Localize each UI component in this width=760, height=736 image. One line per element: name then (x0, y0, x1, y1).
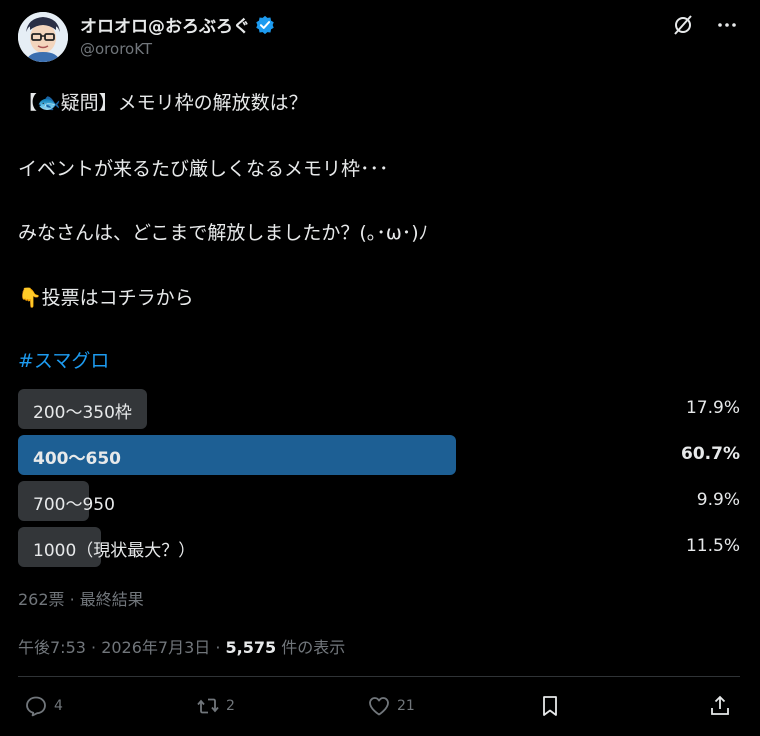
bookmark-icon (543, 696, 557, 716)
poll-option: 400〜650 60.7% (18, 435, 740, 475)
verified-badge-icon (256, 15, 274, 34)
views-count: 5,575 (225, 638, 277, 657)
like-count: 21 (397, 698, 415, 714)
handle[interactable]: @ororoKT (80, 40, 152, 58)
tweet-text-line: 【🐟疑問】メモリ枠の解放数は？ (18, 92, 308, 114)
poll-option-label: 200〜350枠 (33, 403, 132, 423)
divider (18, 676, 740, 677)
more-options-icon[interactable] (716, 14, 738, 40)
poll-summary: 262票 · 最終結果 (18, 590, 144, 609)
timestamp[interactable]: 午後7:53 · 2026年7月3日 · (18, 638, 226, 657)
poll-option-label: 400〜650 (33, 449, 121, 469)
grok-icon[interactable] (672, 14, 694, 40)
share-icon (711, 695, 729, 715)
display-name[interactable]: オロオロ@おろぶろぐ (80, 12, 250, 37)
retweet-button[interactable]: 2 (196, 694, 235, 718)
poll-option-label: 700〜950 (33, 495, 115, 515)
bookmark-button[interactable] (538, 694, 562, 718)
tweet-text-line: みなさんは、どこまで解放しましたか？(｡･ω･)ﾉ (18, 222, 429, 244)
retweet-icon (197, 698, 219, 714)
avatar[interactable] (18, 12, 68, 62)
poll-option-percent: 11.5% (685, 536, 740, 556)
tweet-text-line: イベントが来るたび厳しくなるメモリ枠･･･ (18, 158, 389, 180)
heart-icon (369, 697, 389, 716)
tweet-meta: 午後7:53 · 2026年7月3日 · 5,575 件の表示 (18, 634, 345, 658)
retweet-count: 2 (226, 698, 235, 714)
poll-option: 200〜350枠 17.9% (18, 389, 740, 429)
poll-option-percent: 9.9% (696, 490, 740, 510)
hashtag-link[interactable]: #スマグロ (18, 346, 109, 373)
share-button[interactable] (708, 694, 732, 718)
tweet-text-line: 👇投票はコチラから (18, 287, 194, 309)
action-bar: 4 2 21 (24, 694, 738, 722)
like-button[interactable]: 21 (367, 694, 415, 718)
poll-option: 700〜950 9.9% (18, 481, 740, 521)
reply-icon (26, 696, 46, 717)
poll-option-percent: 17.9% (685, 398, 740, 418)
views-label: 件の表示 (276, 638, 346, 657)
poll-option-label: 1000（現状最大？） (33, 541, 196, 561)
reply-count: 4 (54, 698, 63, 714)
reply-button[interactable]: 4 (24, 694, 63, 718)
poll-option: 1000（現状最大？） 11.5% (18, 527, 740, 567)
poll-option-percent: 60.7% (681, 444, 740, 464)
